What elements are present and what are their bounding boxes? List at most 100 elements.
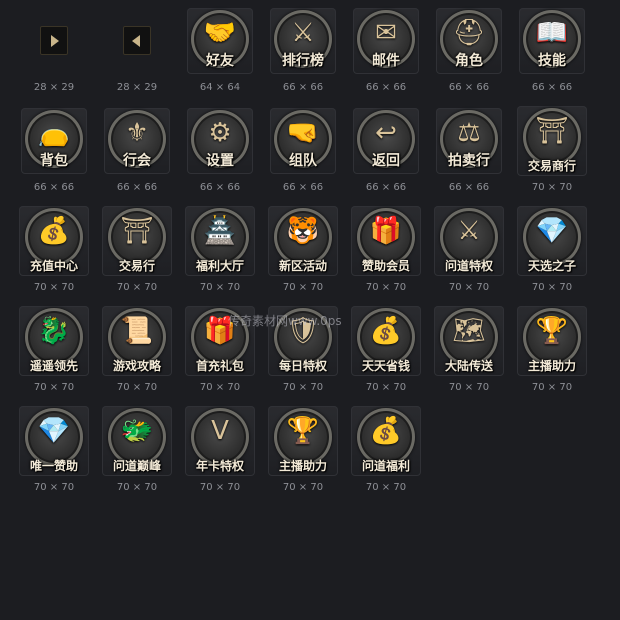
- icon-cell: 🐲 问道巅峰 70 × 70: [95, 406, 179, 508]
- icon-cell: ↩ 返回 66 × 66: [344, 108, 428, 208]
- size-caption: 66 × 66: [531, 82, 573, 93]
- size-caption: 28 × 29: [33, 82, 75, 93]
- menu-icon-button[interactable]: ↩ 返回: [353, 108, 419, 174]
- menu-icon-button[interactable]: ⚖ 拍卖行: [436, 108, 502, 174]
- size-caption: 64 × 64: [199, 82, 241, 93]
- size-caption: 66 × 66: [365, 182, 407, 193]
- menu-icon-button[interactable]: 🎁 赞助会员: [351, 206, 421, 276]
- size-caption: 70 × 70: [199, 482, 241, 493]
- icon-label: 年卡特权: [195, 459, 244, 473]
- size-caption: 70 × 70: [531, 282, 573, 293]
- icon-label: 遥遥领先: [29, 359, 78, 373]
- menu-icon-button[interactable]: 🗺 大陆传送: [434, 306, 504, 376]
- menu-glyph-icon: 🐉: [37, 316, 71, 346]
- menu-glyph-icon: ⚖: [457, 118, 481, 148]
- menu-glyph-icon: 📖: [535, 18, 569, 48]
- size-caption: 70 × 70: [116, 382, 158, 393]
- menu-icon-button[interactable]: ⚙ 设置: [187, 108, 253, 174]
- size-caption: 70 × 70: [282, 382, 324, 393]
- icon-label: 交易行: [118, 259, 155, 273]
- menu-glyph-icon: 💎: [535, 216, 569, 246]
- icon-label: 赞助会员: [361, 259, 410, 273]
- menu-glyph-icon: ⛑: [452, 18, 486, 48]
- menu-icon-button[interactable]: 💰 天天省钱: [351, 306, 421, 376]
- menu-glyph-icon: ↩: [375, 118, 397, 148]
- menu-icon-button[interactable]: 👝 背包: [21, 108, 87, 174]
- menu-icon-button[interactable]: 🤝 好友: [187, 8, 253, 74]
- icon-cell: 🐯 新区活动 70 × 70: [261, 206, 345, 308]
- icon-label: 天选之子: [527, 259, 576, 273]
- menu-icon-button[interactable]: 🤜 组队: [270, 108, 336, 174]
- icon-cell: 🏆 主播助力 70 × 70: [261, 406, 345, 508]
- icon-cell: 💎 天选之子 70 × 70: [510, 206, 594, 308]
- menu-glyph-icon: 💰: [369, 316, 403, 346]
- size-caption: 66 × 66: [448, 82, 490, 93]
- icon-label: 天天省钱: [361, 359, 410, 373]
- icon-label: 技能: [538, 53, 566, 69]
- size-caption: 70 × 70: [199, 382, 241, 393]
- size-caption: 66 × 66: [448, 182, 490, 193]
- icon-cell: 📜 游戏攻略 70 × 70: [95, 306, 179, 408]
- menu-icon-button[interactable]: 📖 技能: [519, 8, 585, 74]
- icon-cell: 💰 天天省钱 70 × 70: [344, 306, 428, 408]
- icon-label: 拍卖行: [448, 153, 490, 169]
- icon-label: 唯一赞助: [29, 459, 78, 473]
- menu-icon-button[interactable]: ⚔ 排行榜: [270, 8, 336, 74]
- menu-glyph-icon: ✉: [375, 18, 397, 48]
- menu-icon-button[interactable]: ⛩ 交易行: [102, 206, 172, 276]
- menu-glyph-icon: 🗺: [452, 316, 486, 346]
- menu-glyph-icon: 🐯: [286, 216, 320, 246]
- size-caption: 70 × 70: [365, 482, 407, 493]
- icon-label: 设置: [206, 153, 234, 169]
- arrow-left-button[interactable]: [123, 26, 151, 55]
- icon-label: 返回: [372, 153, 400, 169]
- menu-icon-button[interactable]: 💎 天选之子: [517, 206, 587, 276]
- menu-icon-button[interactable]: 💰 充值中心: [19, 206, 89, 276]
- icon-cell: ⛩ 交易行 70 × 70: [95, 206, 179, 308]
- menu-icon-button[interactable]: ✉ 邮件: [353, 8, 419, 74]
- menu-icon-button[interactable]: 💎 唯一赞助: [19, 406, 89, 476]
- icon-cell: ✉ 邮件 66 × 66: [344, 8, 428, 108]
- menu-icon-button[interactable]: ⛑ 角色: [436, 8, 502, 74]
- menu-icon-button[interactable]: ⚔ 问道特权: [434, 206, 504, 276]
- size-caption: 70 × 70: [199, 282, 241, 293]
- icon-cell: 28 × 29: [12, 8, 96, 108]
- menu-icon-button[interactable]: Ⅴ 年卡特权: [185, 406, 255, 476]
- icon-label: 首充礼包: [195, 359, 244, 373]
- icon-cell: 🎁 赞助会员 70 × 70: [344, 206, 428, 308]
- menu-glyph-icon: ⚜: [125, 118, 149, 148]
- size-caption: 70 × 70: [531, 382, 573, 393]
- size-caption: 70 × 70: [282, 282, 324, 293]
- menu-icon-button[interactable]: 🏆 主播助力: [268, 406, 338, 476]
- icon-cell: 🗺 大陆传送 70 × 70: [427, 306, 511, 408]
- icon-cell: 🐉 遥遥领先 70 × 70: [12, 306, 96, 408]
- menu-glyph-icon: 🤜: [286, 118, 320, 148]
- menu-icon-button[interactable]: ⛩ 交易商行: [517, 106, 587, 176]
- icon-label: 游戏攻略: [112, 359, 161, 373]
- menu-icon-button[interactable]: 🐉 遥遥领先: [19, 306, 89, 376]
- arrow-right-button[interactable]: [40, 26, 68, 55]
- menu-glyph-icon: 🏯: [203, 216, 237, 246]
- icon-label: 行会: [123, 153, 151, 169]
- icon-cell: 👝 背包 66 × 66: [12, 108, 96, 208]
- icon-label: 福利大厅: [195, 259, 244, 273]
- chevron-left-icon: [132, 35, 140, 47]
- menu-icon-button[interactable]: 🏯 福利大厅: [185, 206, 255, 276]
- icon-cell: ⚙ 设置 66 × 66: [178, 108, 262, 208]
- chevron-right-icon: [51, 35, 59, 47]
- menu-icon-button[interactable]: 📜 游戏攻略: [102, 306, 172, 376]
- icon-cell: 💰 问道福利 70 × 70: [344, 406, 428, 508]
- menu-icon-button[interactable]: ⚜ 行会: [104, 108, 170, 174]
- menu-icon-button[interactable]: 🐲 问道巅峰: [102, 406, 172, 476]
- menu-icon-button[interactable]: 🐯 新区活动: [268, 206, 338, 276]
- icon-cell: ⚜ 行会 66 × 66: [95, 108, 179, 208]
- menu-glyph-icon: 💰: [369, 416, 403, 446]
- size-caption: 66 × 66: [282, 82, 324, 93]
- menu-icon-button[interactable]: 💰 问道福利: [351, 406, 421, 476]
- size-caption: 66 × 66: [116, 182, 158, 193]
- menu-icon-button[interactable]: 🏆 主播助力: [517, 306, 587, 376]
- menu-glyph-icon: 🐲: [120, 416, 154, 446]
- icon-label: 邮件: [372, 53, 400, 69]
- icon-label: 主播助力: [278, 459, 327, 473]
- menu-glyph-icon: 🎁: [369, 216, 403, 246]
